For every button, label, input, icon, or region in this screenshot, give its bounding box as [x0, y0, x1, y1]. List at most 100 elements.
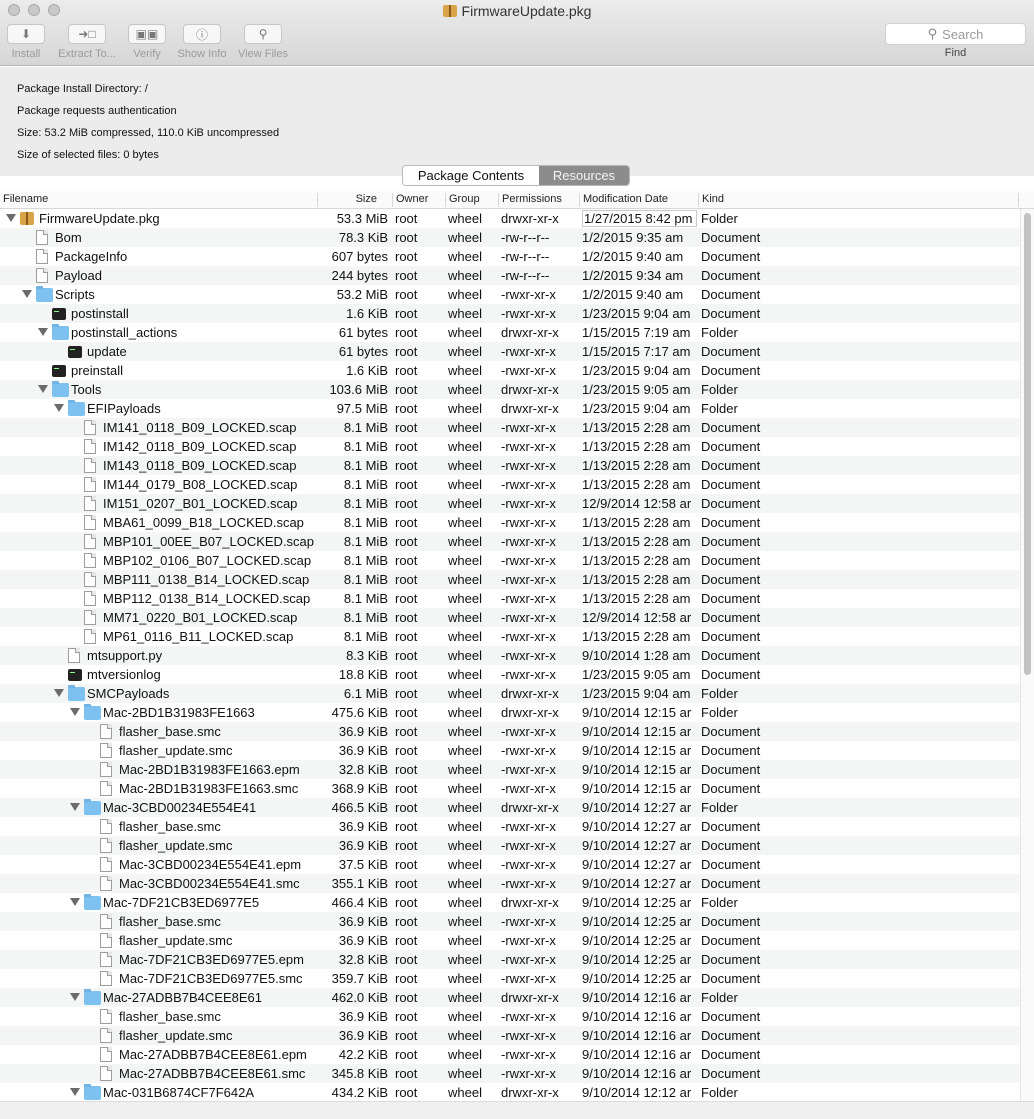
disclosure-triangle-icon[interactable] — [22, 290, 32, 298]
table-row[interactable]: MBP101_00EE_B07_LOCKED.scap 8.1 MiB root wh… — [0, 532, 1020, 551]
table-row[interactable]: Scripts 53.2 MiB root wheel -rwxr-xr-x 1/2/20… — [0, 285, 1020, 304]
table-row[interactable]: flasher_update.smc 36.9 KiB root wheel -rwxr… — [0, 836, 1020, 855]
document-icon — [84, 496, 96, 511]
table-row[interactable]: Mac-27ADBB7B4CEE8E61.epm 42.2 KiB root whee… — [0, 1045, 1020, 1064]
table-row[interactable]: Tools 103.6 MiB root wheel drwxr-xr-x 1/23/20… — [0, 380, 1020, 399]
disclosure-triangle-icon[interactable] — [6, 214, 16, 222]
table-row[interactable]: flasher_base.smc 36.9 KiB root wheel -rwxr-x… — [0, 1007, 1020, 1026]
table-row[interactable]: IM141_0118_B09_LOCKED.scap 8.1 MiB root whe… — [0, 418, 1020, 437]
table-row[interactable]: flasher_update.smc 36.9 KiB root wheel -rwxr… — [0, 741, 1020, 760]
executable-icon — [52, 308, 66, 320]
vertical-scrollbar[interactable] — [1020, 209, 1034, 1101]
table-row[interactable]: MBP111_0138_B14_LOCKED.scap 8.1 MiB root wh… — [0, 570, 1020, 589]
table-row[interactable]: flasher_update.smc 36.9 KiB root wheel -rwxr… — [0, 1026, 1020, 1045]
table-row[interactable]: Mac-2BD1B31983FE1663.smc 368.9 KiB root whe… — [0, 779, 1020, 798]
disclosure-triangle-icon[interactable] — [70, 993, 80, 1001]
table-row[interactable]: SMCPayloads 6.1 MiB root wheel drwxr-xr-x 1/2… — [0, 684, 1020, 703]
show-info-button[interactable]: ⓘ Show Info — [174, 24, 230, 60]
table-row[interactable]: update 61 bytes root wheel -rwxr-xr-x 1/15/20… — [0, 342, 1020, 361]
owner-cell: root — [395, 363, 418, 378]
filename-cell: MM71_0220_B01_LOCKED.scap — [103, 610, 298, 625]
table-row[interactable]: IM144_0179_B08_LOCKED.scap 8.1 MiB root whe… — [0, 475, 1020, 494]
size-cell: 61 bytes — [338, 325, 388, 340]
kind-cell: Document — [701, 344, 761, 359]
table-row[interactable]: MBP112_0138_B14_LOCKED.scap 8.1 MiB root wh… — [0, 589, 1020, 608]
table-row[interactable]: Mac-3CBD00234E554E41 466.5 KiB root wheel dr… — [0, 798, 1020, 817]
table-row[interactable]: flasher_update.smc 36.9 KiB root wheel -rwxr… — [0, 931, 1020, 950]
table-row[interactable]: EFIPayloads 97.5 MiB root wheel drwxr-xr-x 1/… — [0, 399, 1020, 418]
kind-cell: Document — [701, 781, 761, 796]
table-row[interactable]: flasher_base.smc 36.9 KiB root wheel -rwxr-x… — [0, 817, 1020, 836]
table-row[interactable]: preinstall 1.6 KiB root wheel -rwxr-xr-x 1/23… — [0, 361, 1020, 380]
table-row[interactable]: Mac-7DF21CB3ED6977E5.epm 32.8 KiB root whee… — [0, 950, 1020, 969]
table-row[interactable]: Mac-031B6874CF7F642A 434.2 KiB root wheel dr… — [0, 1083, 1020, 1101]
scrollbar-thumb[interactable] — [1024, 213, 1031, 675]
column-owner[interactable]: Owner — [396, 193, 428, 205]
column-size[interactable]: Size — [318, 193, 377, 205]
disclosure-triangle-icon[interactable] — [70, 1088, 80, 1096]
permissions-cell: -rwxr-xr-x — [501, 363, 556, 378]
table-row[interactable]: postinstall_actions 61 bytes root wheel drwx… — [0, 323, 1020, 342]
table-row[interactable]: Mac-7DF21CB3ED6977E5.smc 359.7 KiB root whe… — [0, 969, 1020, 988]
filename-cell: FirmwareUpdate.pkg — [39, 211, 160, 226]
filename-cell: IM142_0118_B09_LOCKED.scap — [103, 439, 297, 454]
table-row[interactable]: MP61_0116_B11_LOCKED.scap 8.1 MiB root whee… — [0, 627, 1020, 646]
disclosure-triangle-icon[interactable] — [54, 404, 64, 412]
size-cell: 355.1 KiB — [331, 876, 388, 891]
table-row[interactable]: Mac-27ADBB7B4CEE8E61.smc 345.8 KiB root whe… — [0, 1064, 1020, 1083]
group-cell: wheel — [448, 1085, 482, 1100]
table-row[interactable]: MBA61_0099_B18_LOCKED.scap 8.1 MiB root whe… — [0, 513, 1020, 532]
disclosure-triangle-icon[interactable] — [70, 898, 80, 906]
owner-cell: root — [395, 553, 418, 568]
group-cell: wheel — [448, 287, 482, 302]
tab-package-contents[interactable]: Package Contents — [403, 166, 539, 185]
table-row[interactable]: postinstall 1.6 KiB root wheel -rwxr-xr-x 1/2… — [0, 304, 1020, 323]
disclosure-triangle-icon[interactable] — [38, 385, 48, 393]
install-button[interactable]: ⬇ Install — [6, 24, 46, 60]
column-permissions[interactable]: Permissions — [502, 193, 562, 205]
group-cell: wheel — [448, 439, 482, 454]
table-row[interactable]: mtversionlog 18.8 KiB root wheel -rwxr-xr-x 1… — [0, 665, 1020, 684]
table-row[interactable]: flasher_base.smc 36.9 KiB root wheel -rwxr-x… — [0, 912, 1020, 931]
table-row[interactable]: MBP102_0106_B07_LOCKED.scap 8.1 MiB root wh… — [0, 551, 1020, 570]
table-row[interactable]: flasher_base.smc 36.9 KiB root wheel -rwxr-x… — [0, 722, 1020, 741]
disclosure-triangle-icon[interactable] — [70, 708, 80, 716]
size-cell: 8.1 MiB — [343, 610, 388, 625]
search-input[interactable]: ⚲ Search — [885, 23, 1026, 45]
disclosure-triangle-icon[interactable] — [38, 328, 48, 336]
table-row[interactable]: Mac-2BD1B31983FE1663 475.6 KiB root wheel dr… — [0, 703, 1020, 722]
modification-date-cell: 9/10/2014 12:27 ar — [582, 857, 692, 872]
folder-icon — [68, 400, 85, 416]
table-row[interactable]: FirmwareUpdate.pkg 53.3 MiB root wheel drwxr… — [0, 209, 1020, 228]
column-kind[interactable]: Kind — [702, 193, 724, 205]
table-row[interactable]: mtsupport.py 8.3 KiB root wheel -rwxr-xr-x 9/… — [0, 646, 1020, 665]
table-row[interactable]: Mac-3CBD00234E554E41.epm 37.5 KiB root whee… — [0, 855, 1020, 874]
column-filename[interactable]: Filename — [3, 193, 48, 205]
verify-button[interactable]: ▣▣ Verify — [127, 24, 167, 60]
disclosure-triangle-icon[interactable] — [54, 689, 64, 697]
modification-date-cell: 1/15/2015 7:17 am — [582, 344, 691, 359]
permissions-cell: -rwxr-xr-x — [501, 857, 556, 872]
table-row[interactable]: MM71_0220_B01_LOCKED.scap 8.1 MiB root whee… — [0, 608, 1020, 627]
column-modification-date[interactable]: Modification Date — [583, 193, 668, 205]
table-row[interactable]: Payload 244 bytes root wheel -rw-r--r-- 1/2/2… — [0, 266, 1020, 285]
table-row[interactable]: IM142_0118_B09_LOCKED.scap 8.1 MiB root whe… — [0, 437, 1020, 456]
modification-date-cell: 1/13/2015 2:28 am — [582, 591, 691, 606]
disclosure-triangle-icon[interactable] — [70, 803, 80, 811]
tab-resources[interactable]: Resources — [539, 166, 629, 185]
column-group[interactable]: Group — [449, 193, 480, 205]
table-row[interactable]: Mac-3CBD00234E554E41.smc 355.1 KiB root whe… — [0, 874, 1020, 893]
table-row[interactable]: IM143_0118_B09_LOCKED.scap 8.1 MiB root whe… — [0, 456, 1020, 475]
modification-date-cell: 9/10/2014 12:25 ar — [582, 952, 692, 967]
table-row[interactable]: Mac-27ADBB7B4CEE8E61 462.0 KiB root wheel dr… — [0, 988, 1020, 1007]
view-files-button[interactable]: ⚲ View Files — [236, 24, 290, 60]
table-row[interactable]: PackageInfo 607 bytes root wheel -rw-r--r-- 1… — [0, 247, 1020, 266]
table-row[interactable]: Mac-2BD1B31983FE1663.epm 32.8 KiB root whee… — [0, 760, 1020, 779]
owner-cell: root — [395, 1028, 418, 1043]
table-row[interactable]: Bom 78.3 KiB root wheel -rw-r--r-- 1/2/2015 9… — [0, 228, 1020, 247]
extract-to-button[interactable]: ➜□ Extract To... — [54, 24, 120, 60]
modification-date-cell: 9/10/2014 12:27 ar — [582, 876, 692, 891]
table-row[interactable]: IM151_0207_B01_LOCKED.scap 8.1 MiB root whe… — [0, 494, 1020, 513]
table-row[interactable]: Mac-7DF21CB3ED6977E5 466.4 KiB root wheel dr… — [0, 893, 1020, 912]
filename-cell: Mac-3CBD00234E554E41.epm — [119, 857, 302, 872]
